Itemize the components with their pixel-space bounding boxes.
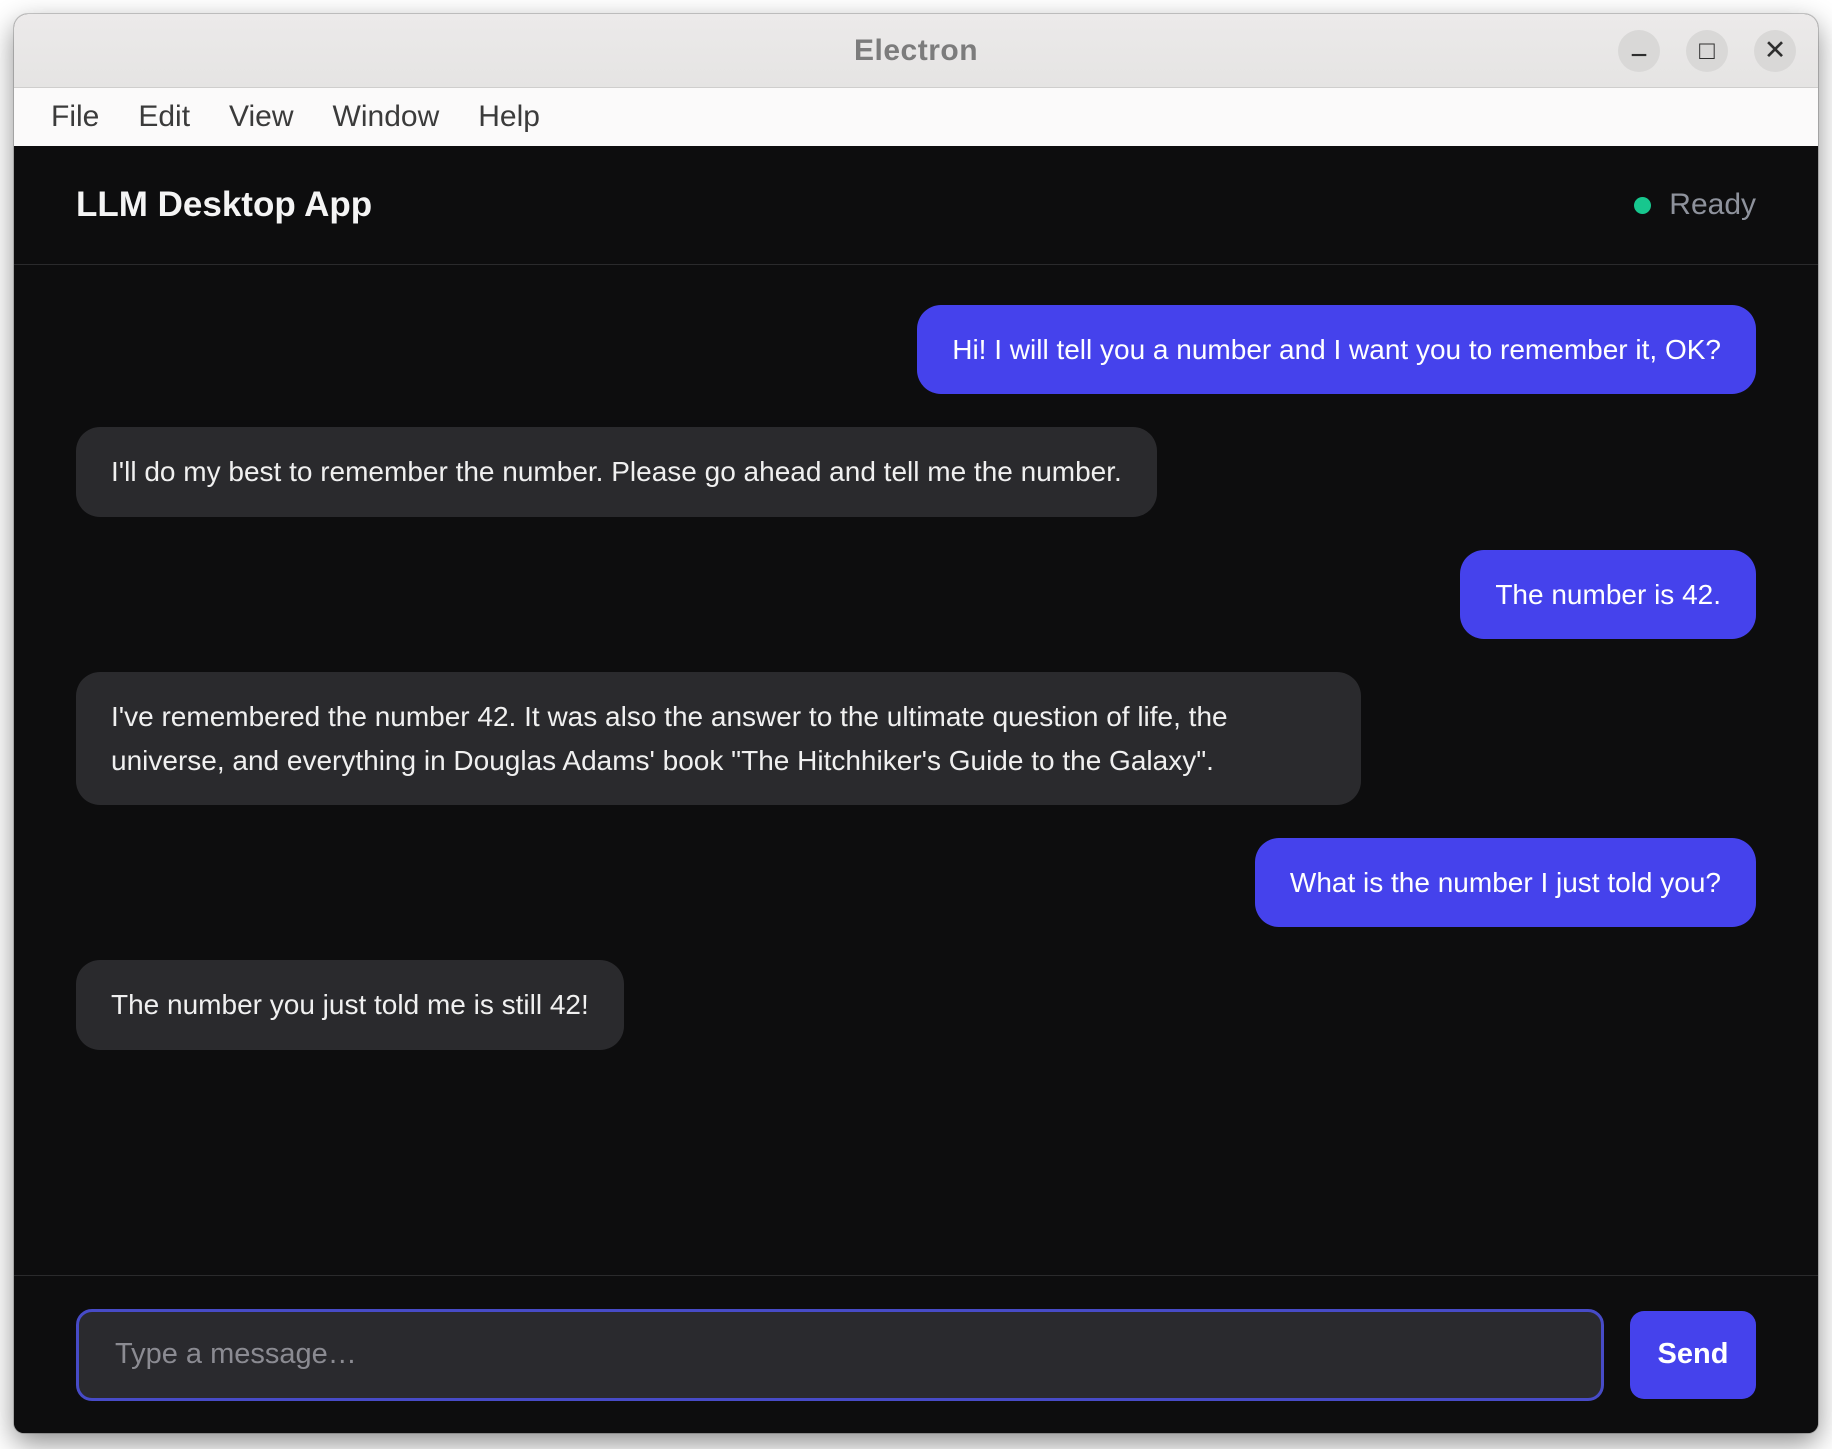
maximize-icon: □ <box>1699 35 1715 66</box>
assistant-message-bubble: I'll do my best to remember the number. … <box>76 427 1157 516</box>
status-dot-icon <box>1634 197 1651 214</box>
message-input[interactable] <box>76 1309 1604 1401</box>
minimize-button[interactable]: − <box>1618 30 1660 72</box>
send-button[interactable]: Send <box>1630 1311 1756 1399</box>
app-content: LLM Desktop App Ready Hi! I will tell yo… <box>14 146 1818 1433</box>
page-title: LLM Desktop App <box>76 185 372 225</box>
maximize-button[interactable]: □ <box>1686 30 1728 72</box>
menu-item-help[interactable]: Help <box>472 98 546 136</box>
menu-item-view[interactable]: View <box>223 98 299 136</box>
close-button[interactable]: ✕ <box>1754 30 1796 72</box>
menu-bar: File Edit View Window Help <box>14 88 1818 146</box>
close-icon: ✕ <box>1764 35 1787 66</box>
app-header: LLM Desktop App Ready <box>14 146 1818 265</box>
window-title: Electron <box>854 34 978 68</box>
app-window: Electron − □ ✕ File Edit View Window Hel… <box>14 14 1818 1433</box>
status-label: Ready <box>1669 188 1756 222</box>
window-controls: − □ ✕ <box>1618 14 1796 87</box>
message-composer: Send <box>14 1275 1818 1433</box>
user-message-bubble: What is the number I just told you? <box>1255 838 1756 927</box>
chat-message-list[interactable]: Hi! I will tell you a number and I want … <box>14 265 1818 1275</box>
titlebar[interactable]: Electron − □ ✕ <box>14 14 1818 88</box>
assistant-message-bubble: The number you just told me is still 42! <box>76 960 624 1049</box>
menu-item-window[interactable]: Window <box>327 98 446 136</box>
status-indicator: Ready <box>1634 188 1756 222</box>
menu-item-edit[interactable]: Edit <box>132 98 196 136</box>
assistant-message-bubble: I've remembered the number 42. It was al… <box>76 672 1361 805</box>
menu-item-file[interactable]: File <box>45 98 105 136</box>
user-message-bubble: Hi! I will tell you a number and I want … <box>917 305 1756 394</box>
user-message-bubble: The number is 42. <box>1460 550 1756 639</box>
minimize-icon: − <box>1630 41 1648 71</box>
